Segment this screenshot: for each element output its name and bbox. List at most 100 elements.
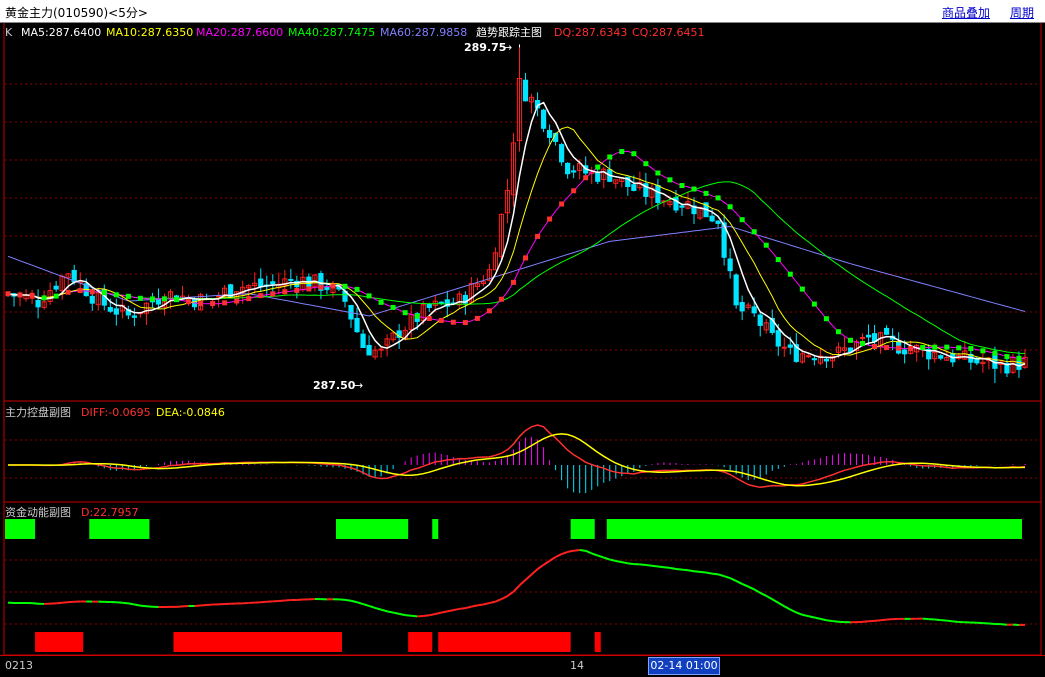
trend-marker	[583, 175, 588, 180]
candle-body	[36, 300, 40, 306]
candle-body	[632, 185, 636, 191]
momentum-line-seg	[146, 606, 152, 607]
trend-marker	[66, 290, 71, 295]
momentum-line-seg	[772, 599, 778, 603]
momentum-red-block	[173, 632, 341, 652]
trend-marker	[102, 290, 107, 295]
trend-marker	[222, 300, 227, 305]
candle-body	[740, 303, 744, 311]
ma5-line	[8, 103, 1025, 366]
momentum-line-seg	[195, 605, 201, 606]
candle-body	[824, 359, 828, 361]
overlay-link[interactable]: 商品叠加	[942, 4, 990, 21]
trend-marker	[427, 316, 432, 321]
momentum-line-seg	[357, 602, 363, 604]
momentum-line-seg	[261, 602, 267, 603]
ma5-legend: MA5:287.6400	[21, 26, 101, 39]
dea-legend: DEA:-0.0846	[156, 406, 225, 419]
momentum-green-block	[5, 519, 35, 539]
candle-body	[903, 350, 907, 354]
trend-marker	[499, 297, 504, 302]
candle-body	[355, 319, 359, 332]
ma10-line	[8, 127, 1025, 363]
diff-legend: DIFF:-0.0695	[81, 406, 151, 419]
momentum-line-seg	[393, 613, 399, 614]
momentum-line-seg	[441, 611, 447, 612]
trend-marker	[860, 341, 865, 346]
trend-marker	[475, 316, 480, 321]
candle-body	[716, 221, 720, 223]
momentum-line-seg	[628, 563, 634, 564]
trend-marker	[42, 295, 47, 300]
candle-body	[54, 286, 58, 289]
futures-chart[interactable]	[0, 0, 1045, 676]
momentum-line-seg	[345, 600, 351, 601]
momentum-red-block	[438, 632, 570, 652]
trend-marker	[728, 204, 733, 209]
momentum-line-seg	[766, 596, 772, 599]
candle-body	[680, 206, 684, 207]
candle-body	[289, 279, 293, 280]
momentum-line-seg	[201, 605, 207, 606]
trend-marker	[246, 296, 251, 301]
candle-body	[427, 304, 431, 307]
momentum-line-seg	[670, 568, 676, 569]
trend-marker	[920, 345, 925, 350]
high-arrow-icon: →	[503, 41, 512, 54]
indicator-name: 趋势跟踪主图	[476, 26, 542, 39]
candle-body	[114, 309, 118, 314]
d-legend: D:22.7957	[81, 506, 139, 519]
candle-body	[596, 172, 600, 181]
trend-marker	[704, 191, 709, 196]
momentum-line-seg	[562, 552, 568, 554]
cursor-time-box: 02-14 01:00	[648, 657, 720, 675]
momentum-line-seg	[736, 581, 742, 584]
trend-marker	[571, 188, 576, 193]
trend-marker	[342, 284, 347, 289]
momentum-line-seg	[676, 569, 682, 570]
trend-marker	[619, 149, 624, 154]
trend-marker	[679, 183, 684, 188]
momentum-green-block	[336, 519, 408, 539]
momentum-line-seg	[586, 551, 592, 554]
high-price-label: 289.75	[464, 41, 506, 54]
ma20-legend: MA20:287.6600	[196, 26, 283, 39]
ma20-line	[8, 151, 1025, 358]
trend-marker	[752, 229, 757, 234]
candle-body	[884, 328, 888, 334]
trend-marker	[162, 296, 167, 301]
momentum-line-seg	[694, 571, 700, 572]
period-link[interactable]: 周期	[1010, 4, 1034, 21]
trend-marker	[908, 346, 913, 351]
momentum-line-seg	[814, 617, 820, 618]
candle-body	[728, 259, 732, 271]
trend-marker	[451, 320, 456, 325]
trend-marker	[607, 155, 612, 160]
momentum-line-seg	[802, 615, 808, 616]
momentum-line-seg	[1001, 624, 1007, 625]
trend-marker	[980, 348, 985, 353]
trend-marker	[824, 316, 829, 321]
candle-body	[866, 335, 870, 337]
cq-legend: CQ:287.6451	[632, 26, 705, 39]
trend-marker	[559, 201, 564, 206]
trend-marker	[234, 299, 239, 304]
momentum-green-block	[89, 519, 149, 539]
momentum-line-seg	[513, 585, 519, 591]
time-mid: 14	[570, 659, 584, 672]
trend-marker	[463, 320, 468, 325]
momentum-line-seg	[580, 550, 586, 551]
instrument-title: 黄金主力(010590)<5分>	[5, 4, 148, 21]
candle-body	[523, 80, 527, 101]
momentum-line-seg	[122, 603, 128, 604]
momentum-line-seg	[748, 587, 754, 590]
momentum-line-seg	[796, 612, 802, 614]
candle-body	[776, 331, 780, 346]
momentum-line-seg	[989, 623, 995, 624]
momentum-line-seg	[778, 603, 784, 606]
momentum-line-seg	[483, 603, 489, 604]
momentum-line-seg	[526, 574, 532, 579]
time-axis: 0213 14 02-14 01:00	[0, 655, 1045, 677]
momentum-line-seg	[622, 562, 628, 563]
candle-body	[806, 356, 810, 357]
